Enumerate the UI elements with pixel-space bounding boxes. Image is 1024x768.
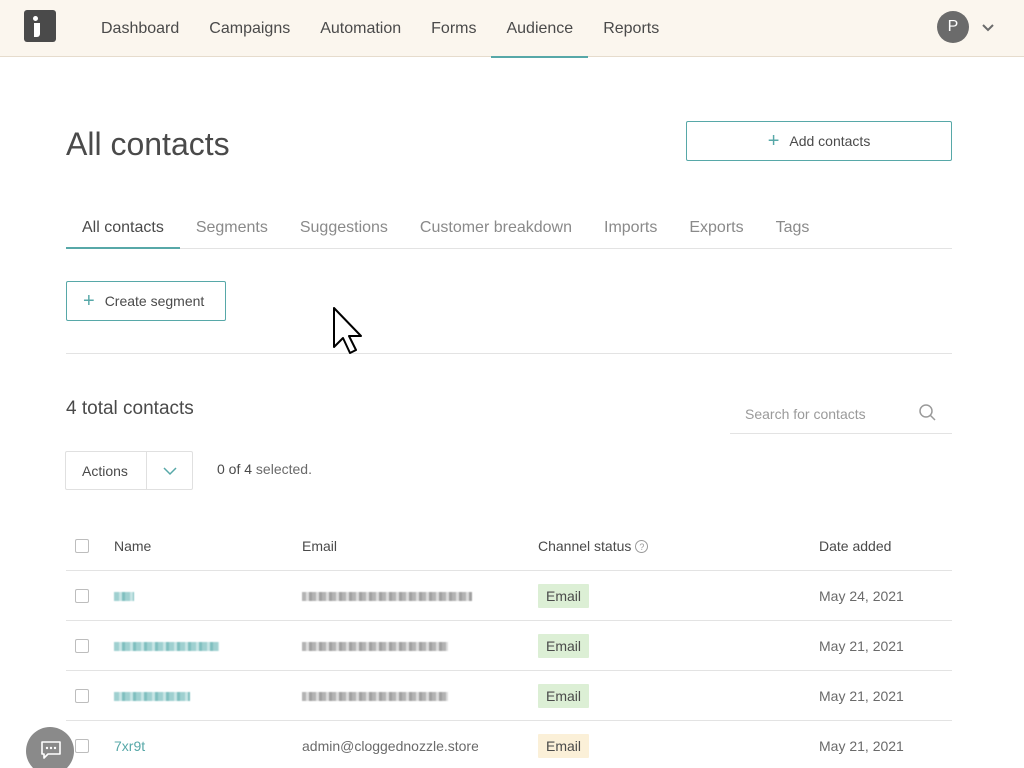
contact-search <box>730 396 952 434</box>
column-header-name[interactable]: Name <box>114 538 302 554</box>
contact-name-redacted[interactable] <box>114 692 190 702</box>
table-header: Name Email Channel status? Date added <box>66 521 952 571</box>
plus-icon: + <box>767 130 780 152</box>
date-added: May 21, 2021 <box>819 687 904 704</box>
status-badge: Email <box>538 583 590 608</box>
audience-tabs: All contacts Segments Suggestions Custom… <box>66 208 952 249</box>
chevron-down-icon <box>162 466 177 475</box>
actions-dropdown: Actions <box>65 451 193 490</box>
contact-email-redacted <box>302 642 448 652</box>
actions-toggle[interactable] <box>147 452 192 489</box>
nav-item-reports[interactable]: Reports <box>588 0 674 57</box>
mouse-cursor-icon <box>333 307 362 354</box>
create-segment-button[interactable]: + Create segment <box>66 281 226 321</box>
actions-button[interactable]: Actions <box>66 452 147 489</box>
main-nav: Dashboard Campaigns Automation Forms Aud… <box>86 0 674 58</box>
selection-status: 0 of 4 selected. <box>217 461 312 477</box>
nav-item-campaigns[interactable]: Campaigns <box>194 0 305 57</box>
total-contacts-count: 4 total contacts <box>66 398 194 419</box>
table-row[interactable]: Email May 21, 2021 <box>66 621 952 671</box>
nav-item-audience[interactable]: Audience <box>491 0 588 58</box>
status-badge: Email <box>538 683 590 708</box>
logo-dot <box>33 16 38 21</box>
nav-item-forms[interactable]: Forms <box>416 0 491 57</box>
help-icon[interactable]: ? <box>635 539 649 553</box>
channel-status-label: Channel status <box>538 537 632 554</box>
add-contacts-button[interactable]: + Add contacts <box>686 121 952 161</box>
row-checkbox[interactable] <box>75 688 89 703</box>
contact-email-redacted <box>302 592 472 602</box>
column-header-channel-status: Channel status? <box>538 538 819 554</box>
section-divider <box>66 353 952 354</box>
contacts-table: Name Email Channel status? Date added Em… <box>66 521 952 768</box>
column-header-date-added[interactable]: Date added <box>819 538 952 554</box>
table-row[interactable]: Email May 21, 2021 <box>66 671 952 721</box>
search-input[interactable] <box>730 402 910 426</box>
tab-suggestions[interactable]: Suggestions <box>284 208 404 248</box>
table-row[interactable]: Email May 24, 2021 <box>66 571 952 621</box>
tab-all-contacts[interactable]: All contacts <box>66 208 180 249</box>
create-segment-label: Create segment <box>104 293 205 309</box>
row-checkbox[interactable] <box>75 588 89 603</box>
status-badge: Email <box>538 733 590 758</box>
table-row[interactable]: 7xr9t admin@cloggednozzle.store Email Ma… <box>66 721 952 768</box>
tab-segments[interactable]: Segments <box>180 208 284 248</box>
top-navigation-bar: Dashboard Campaigns Automation Forms Aud… <box>0 0 1024 58</box>
date-added: May 24, 2021 <box>819 587 904 604</box>
user-avatar[interactable]: P <box>937 11 969 43</box>
tab-tags[interactable]: Tags <box>760 208 826 248</box>
chat-button[interactable] <box>26 727 74 768</box>
date-added: May 21, 2021 <box>819 637 904 654</box>
contact-name-redacted[interactable] <box>114 592 134 602</box>
tab-exports[interactable]: Exports <box>673 208 759 248</box>
chat-icon <box>41 741 61 759</box>
row-checkbox[interactable] <box>75 638 89 653</box>
date-added: May 21, 2021 <box>819 737 904 754</box>
chevron-down-icon[interactable] <box>981 20 995 34</box>
app-logo[interactable] <box>24 10 56 42</box>
status-badge: Email <box>538 633 590 658</box>
selected-count: 0 of 4 <box>217 461 253 477</box>
selected-suffix: selected. <box>252 461 312 477</box>
plus-icon: + <box>83 290 95 312</box>
contact-email-redacted <box>302 692 448 702</box>
select-all-checkbox[interactable] <box>75 538 89 553</box>
nav-item-automation[interactable]: Automation <box>305 0 416 57</box>
column-header-email[interactable]: Email <box>302 538 538 554</box>
row-checkbox[interactable] <box>75 738 89 753</box>
tab-customer-breakdown[interactable]: Customer breakdown <box>404 208 588 248</box>
add-contacts-label: Add contacts <box>789 133 871 149</box>
tab-imports[interactable]: Imports <box>588 208 673 248</box>
contact-name-redacted[interactable] <box>114 642 219 652</box>
page-title: All contacts <box>66 126 230 162</box>
search-icon[interactable] <box>918 403 938 423</box>
logo-stem <box>34 23 40 37</box>
contact-name-link[interactable]: 7xr9t <box>114 738 145 754</box>
nav-item-dashboard[interactable]: Dashboard <box>86 0 194 57</box>
contact-email: admin@cloggednozzle.store <box>302 737 478 754</box>
